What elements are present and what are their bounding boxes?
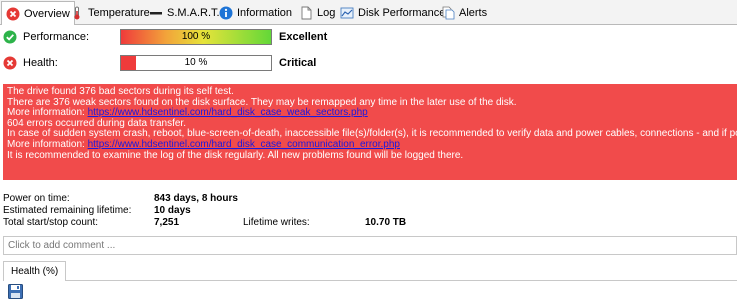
- alerts-icon: [441, 6, 455, 20]
- error-icon: [3, 56, 17, 70]
- lifetime-value: 10 days: [154, 205, 191, 216]
- tab-label: S.M.A.R.T.: [167, 7, 220, 19]
- tab-label: Alerts: [459, 7, 488, 19]
- health-rating: Critical: [279, 57, 317, 69]
- health-row: Health:: [3, 54, 58, 72]
- lifetime-label: Estimated remaining lifetime:: [3, 205, 132, 216]
- lifetime-writes-label: Lifetime writes:: [243, 217, 310, 228]
- comment-input[interactable]: Click to add comment ...: [3, 236, 737, 255]
- tab-health-percent[interactable]: Health (%): [3, 261, 67, 281]
- communication-error-link[interactable]: https://www.hdsentinel.com/hard_disk_cas…: [88, 139, 400, 150]
- chart-icon: [340, 6, 354, 20]
- performance-percent: 100 %: [181, 31, 211, 42]
- thermometer-icon: [70, 6, 84, 20]
- tab-log[interactable]: Log: [295, 3, 339, 23]
- tab-bar: Overview Temperature S.M.A.R.T. Informat…: [0, 0, 737, 25]
- start-stop-value: 7,251: [154, 217, 180, 228]
- health-bar: 10 %: [120, 55, 272, 71]
- disk-info: Power on time: 843 days, 8 hours Estimat…: [3, 193, 407, 233]
- tab-smart[interactable]: S.M.A.R.T.: [145, 3, 224, 23]
- tab-alerts[interactable]: Alerts: [437, 3, 491, 23]
- tab-information[interactable]: Information: [215, 3, 296, 23]
- tab-disk-performance[interactable]: Disk Performance: [336, 3, 449, 23]
- tab-label: Log: [317, 7, 336, 19]
- subtab-divider: [3, 280, 737, 281]
- save-icon[interactable]: [8, 284, 23, 299]
- check-icon: [3, 30, 17, 44]
- message-line: The drive found 376 bad sectors during i…: [7, 86, 234, 97]
- power-on-label: Power on time:: [3, 193, 70, 204]
- health-label: Health:: [23, 57, 58, 69]
- more-info-label: More information:: [7, 138, 88, 150]
- performance-bar: 100 %: [120, 29, 272, 45]
- tab-label: Temperature: [88, 7, 150, 19]
- health-percent: 10 %: [184, 57, 208, 68]
- start-stop-label: Total start/stop count:: [3, 217, 99, 228]
- tab-temperature[interactable]: Temperature: [66, 3, 154, 23]
- power-on-value: 843 days, 8 hours: [154, 193, 238, 204]
- problem-description: The drive found 376 bad sectors during i…: [3, 84, 737, 180]
- tab-label: Overview: [24, 7, 70, 20]
- document-icon: [299, 6, 313, 20]
- more-info-label: More information:: [7, 107, 88, 119]
- error-icon: [6, 7, 20, 21]
- performance-rating: Excellent: [279, 31, 328, 43]
- tab-label: Information: [237, 7, 293, 19]
- message-line: More information: https://www.hdsentinel…: [7, 138, 733, 151]
- performance-label: Performance:: [23, 31, 90, 43]
- tab-label: Disk Performance: [358, 7, 446, 19]
- message-line: It is recommended to examine the log of …: [7, 149, 464, 161]
- weak-sectors-link[interactable]: https://www.hdsentinel.com/hard_disk_cas…: [88, 107, 368, 118]
- lifetime-writes-value: 10.70 TB: [365, 217, 407, 228]
- performance-row: Performance:: [3, 28, 89, 46]
- tab-overview[interactable]: Overview: [1, 1, 75, 25]
- info-icon: [219, 6, 233, 20]
- dash-icon: [149, 6, 163, 20]
